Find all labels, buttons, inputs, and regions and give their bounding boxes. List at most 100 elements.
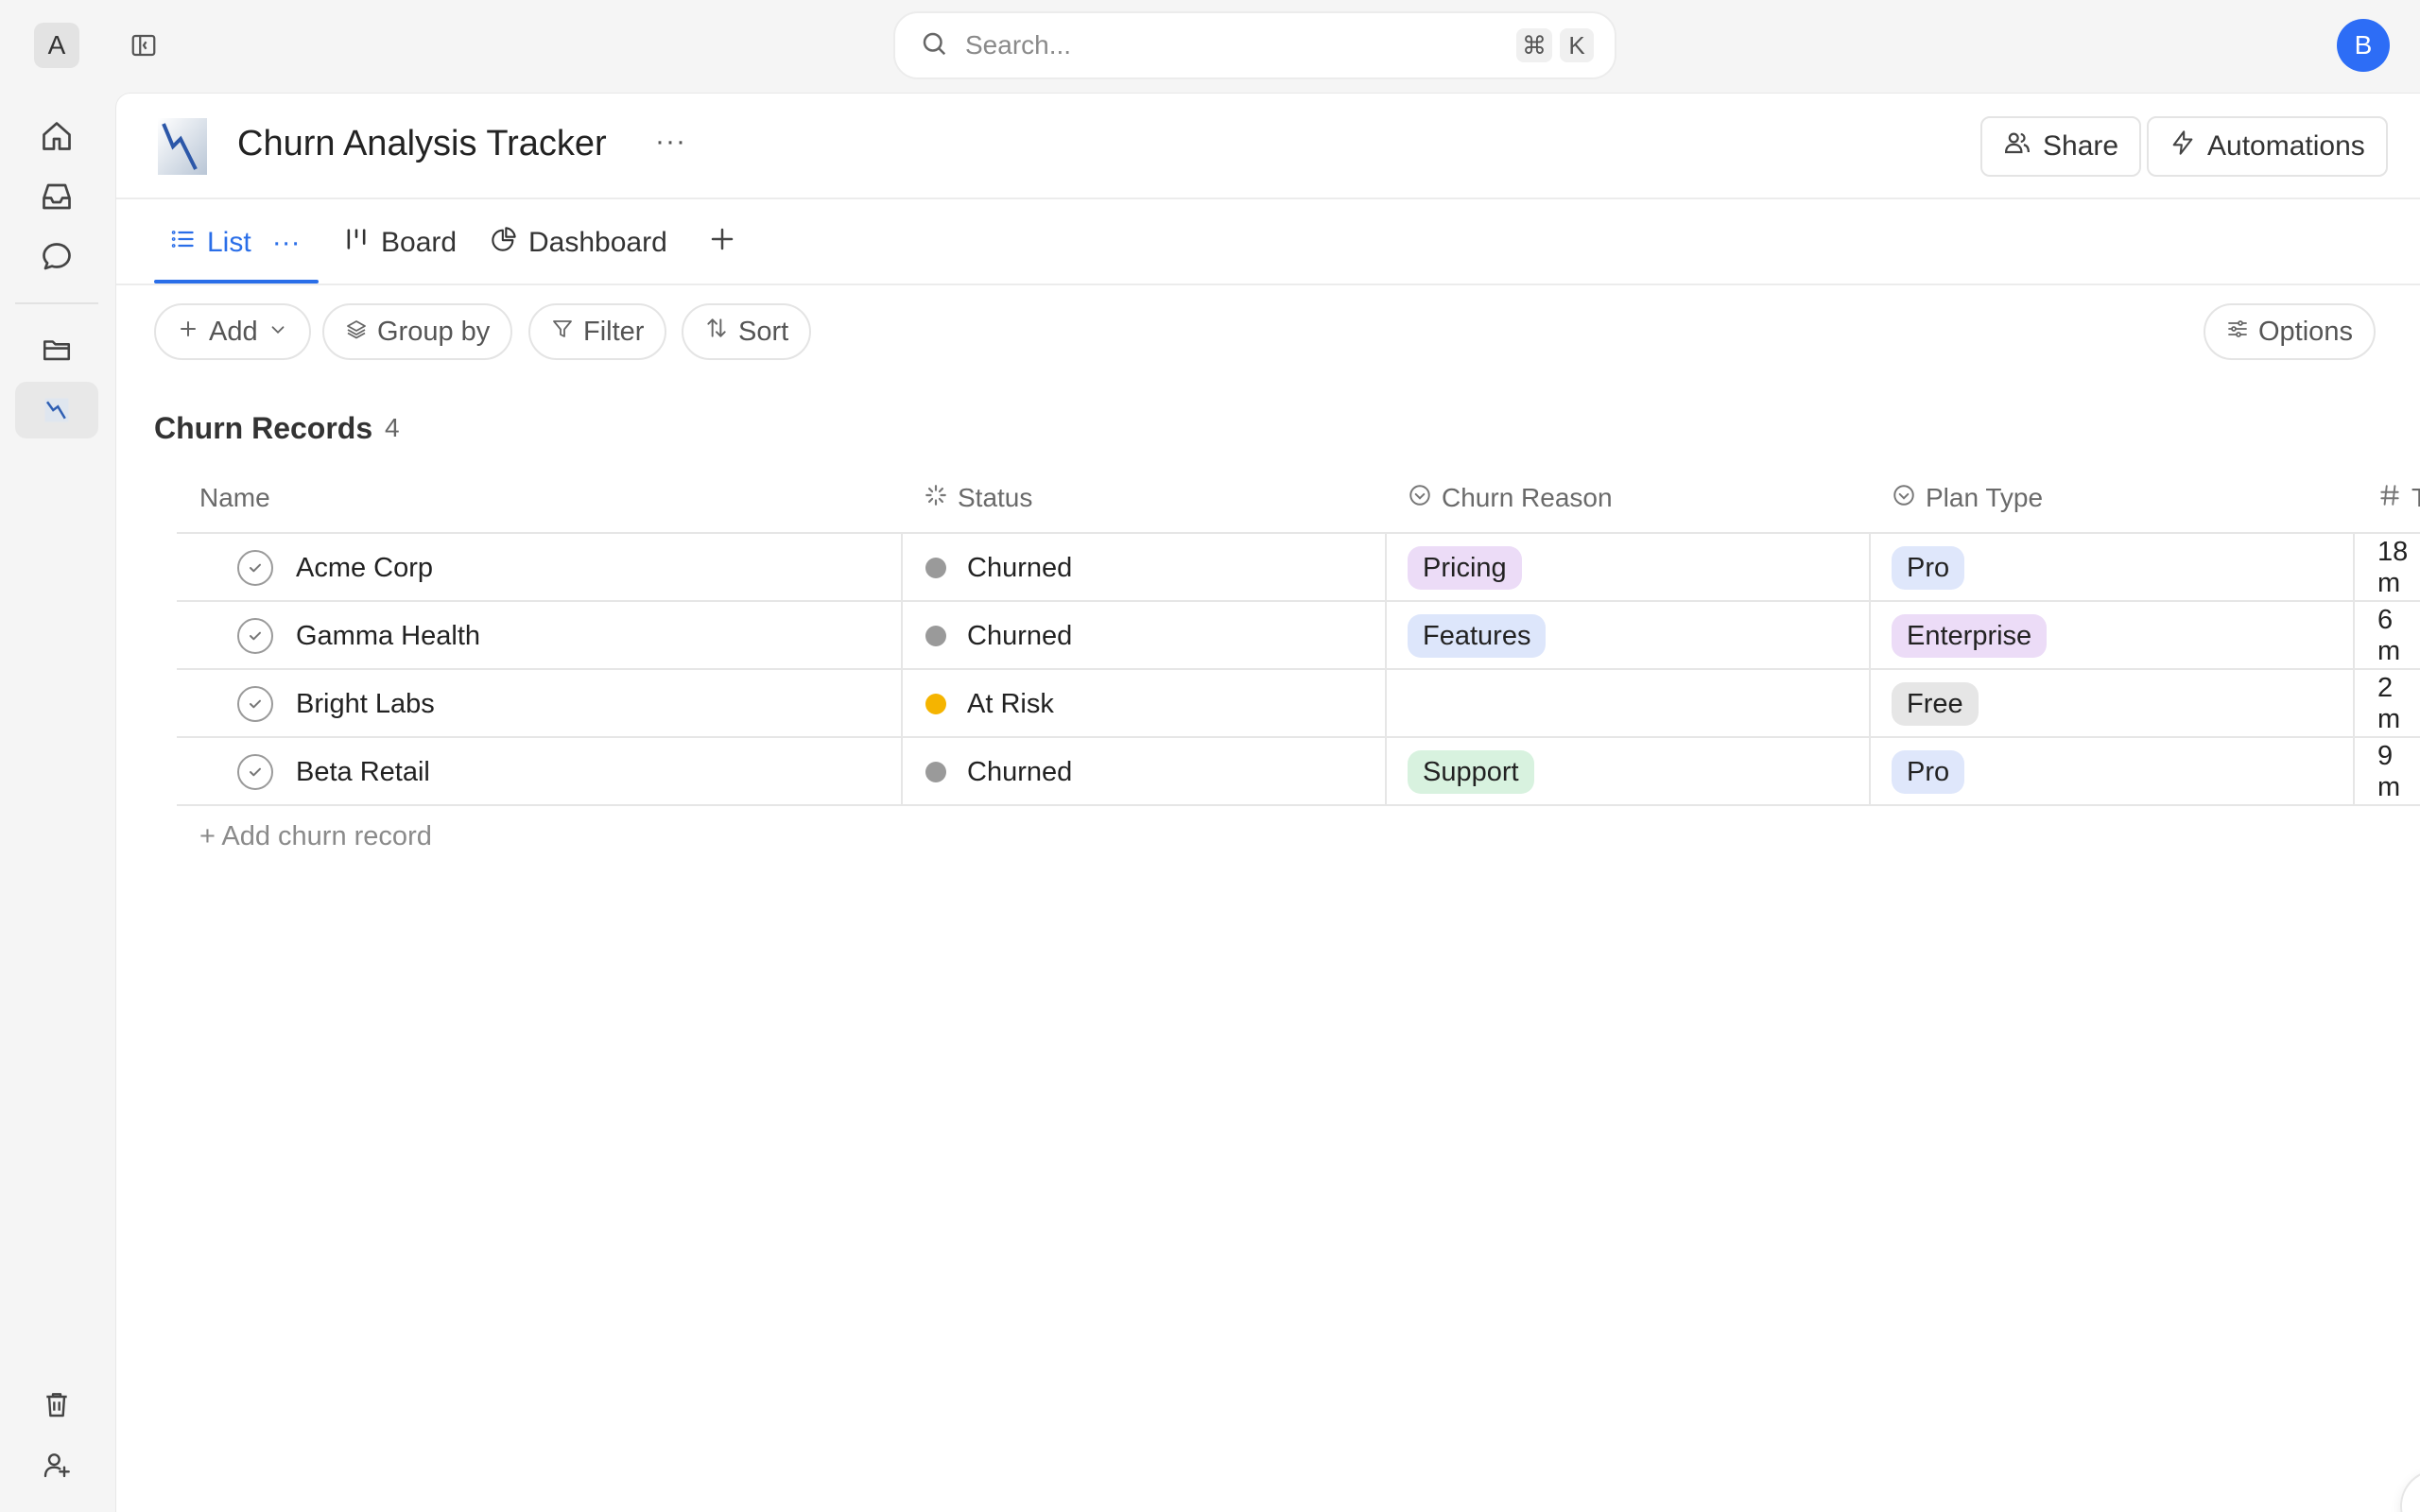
folder-icon[interactable]: [34, 327, 79, 372]
column-header-tenure[interactable]: T: [2377, 481, 2420, 515]
churn-reason-cell[interactable]: [1408, 670, 1861, 738]
sidebar-toggle-icon[interactable]: [127, 28, 161, 62]
reason-tag: Support: [1408, 750, 1534, 794]
inbox-icon[interactable]: [34, 174, 79, 219]
trash-icon[interactable]: [34, 1382, 79, 1427]
column-header-churn-reason[interactable]: Churn Reason: [1408, 481, 1613, 515]
search-icon: [920, 29, 948, 62]
plan-tag: Pro: [1892, 546, 1965, 590]
layers-icon: [345, 317, 368, 348]
status-label: Churned: [967, 552, 1073, 583]
tenure-value: 6 m: [2377, 605, 2401, 666]
record-name[interactable]: Gamma Health: [296, 621, 480, 652]
header-divider: [116, 198, 2420, 199]
pie-chart-icon: [491, 226, 517, 260]
tab-dashboard[interactable]: Dashboard: [491, 224, 667, 262]
record-name[interactable]: Beta Retail: [296, 757, 430, 788]
column-header-label: Status: [958, 483, 1033, 512]
tenure-cell[interactable]: 9 m: [2377, 738, 2420, 806]
column-header-status[interactable]: Status: [924, 481, 1032, 515]
table-row-name-cell[interactable]: Acme Corp: [237, 534, 433, 602]
chat-icon[interactable]: [34, 234, 79, 280]
plan-type-cell[interactable]: Pro: [1892, 738, 1965, 806]
tab-list[interactable]: List ···: [169, 224, 301, 262]
check-circle-icon[interactable]: [237, 754, 273, 790]
top-bar: A Search... ⌘ K B: [0, 0, 2420, 91]
add-button[interactable]: Add: [154, 303, 311, 360]
share-button[interactable]: Share: [1980, 116, 2142, 177]
tenure-value: 2 m: [2377, 673, 2401, 734]
churn-reason-cell[interactable]: Pricing: [1408, 534, 1522, 602]
search-shortcut: ⌘ K: [1516, 28, 1594, 62]
row-divider: [177, 804, 2420, 806]
group-by-label: Group by: [377, 316, 491, 347]
plan-type-cell[interactable]: Pro: [1892, 534, 1965, 602]
section-title: Churn Records: [154, 411, 373, 445]
users-icon: [2003, 129, 2031, 164]
row-divider: [177, 600, 2420, 602]
user-avatar[interactable]: B: [2337, 19, 2390, 72]
options-label: Options: [2258, 316, 2353, 347]
plan-tag: Enterprise: [1892, 614, 2048, 658]
workspace-avatar[interactable]: A: [34, 23, 79, 68]
churn-chart-icon[interactable]: [34, 387, 79, 433]
chevron-down-icon: [268, 317, 288, 348]
record-name[interactable]: Acme Corp: [296, 553, 433, 584]
status-label: Churned: [967, 756, 1073, 787]
check-circle-icon[interactable]: [237, 550, 273, 586]
shortcut-cmd-key: ⌘: [1516, 28, 1552, 62]
options-button[interactable]: Options: [2204, 303, 2376, 360]
tenure-cell[interactable]: 2 m: [2377, 670, 2420, 738]
table-row-name-cell[interactable]: Beta Retail: [237, 738, 430, 806]
sort-button[interactable]: Sort: [682, 303, 812, 360]
column-header-label: Name: [199, 483, 270, 512]
status-cell[interactable]: Churned: [925, 602, 1072, 670]
table-row-name-cell[interactable]: Bright Labs: [237, 670, 435, 738]
invite-user-icon[interactable]: [34, 1442, 79, 1487]
search-placeholder[interactable]: Search...: [965, 30, 1516, 60]
status-cell[interactable]: Churned: [925, 738, 1072, 806]
column-header-label: T: [2411, 483, 2420, 513]
tenure-value: 9 m: [2377, 741, 2401, 802]
plus-icon: [708, 225, 736, 261]
churn-reason-cell[interactable]: Support: [1408, 738, 1534, 806]
page-chart-icon: [158, 118, 207, 175]
search-bar[interactable]: Search... ⌘ K: [893, 11, 1616, 79]
tab-board-label: Board: [381, 227, 458, 258]
tenure-cell[interactable]: 18 m: [2377, 534, 2420, 602]
add-record-button[interactable]: + Add churn record: [199, 821, 432, 852]
home-icon[interactable]: [34, 113, 79, 159]
status-cell[interactable]: At Risk: [925, 670, 1054, 738]
check-circle-icon[interactable]: [237, 618, 273, 654]
check-circle-icon[interactable]: [237, 686, 273, 722]
reason-tag: Pricing: [1408, 546, 1522, 590]
status-dot-icon: [925, 694, 946, 714]
column-divider: [1869, 532, 1871, 804]
sort-label: Sort: [738, 316, 789, 347]
shortcut-k-key: K: [1560, 28, 1594, 62]
column-divider: [901, 532, 903, 804]
row-divider: [177, 668, 2420, 670]
group-by-button[interactable]: Group by: [322, 303, 513, 360]
tab-list-label: List: [207, 227, 251, 258]
status-cell[interactable]: Churned: [925, 534, 1072, 602]
app-window: A Search... ⌘ K B Churn Analysis Tracker…: [0, 0, 2420, 1512]
list-icon: [169, 226, 196, 260]
column-header-name[interactable]: Name: [199, 481, 270, 515]
table-row-name-cell[interactable]: Gamma Health: [237, 602, 480, 670]
automations-button[interactable]: Automations: [2147, 116, 2388, 177]
filter-button[interactable]: Filter: [528, 303, 667, 360]
add-view-button[interactable]: [708, 224, 736, 262]
plan-type-cell[interactable]: Enterprise: [1892, 602, 2048, 670]
tenure-cell[interactable]: 6 m: [2377, 602, 2420, 670]
page-more-menu[interactable]: ···: [655, 126, 686, 158]
ai-assistant-button[interactable]: [2400, 1469, 2420, 1512]
plus-icon: [177, 317, 199, 348]
column-header-plan-type[interactable]: Plan Type: [1892, 481, 2043, 515]
column-divider: [2353, 532, 2355, 804]
tab-list-more[interactable]: ···: [272, 227, 301, 259]
tab-board[interactable]: Board: [343, 224, 457, 262]
churn-reason-cell[interactable]: Features: [1408, 602, 1547, 670]
record-name[interactable]: Bright Labs: [296, 689, 435, 720]
plan-type-cell[interactable]: Free: [1892, 670, 1979, 738]
